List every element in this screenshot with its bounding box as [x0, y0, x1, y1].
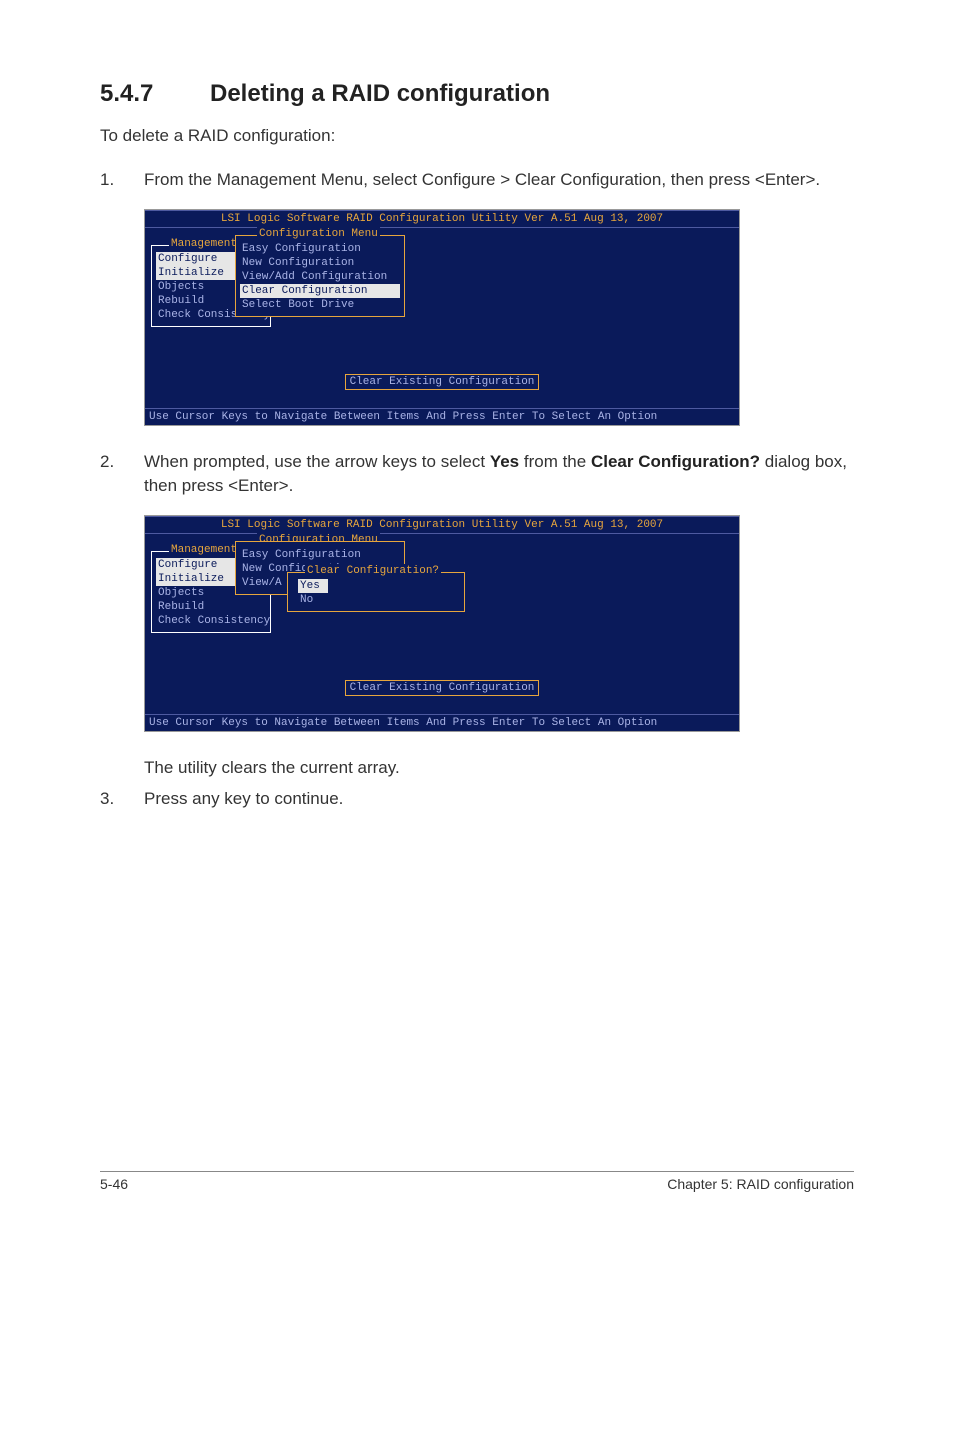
section-heading: 5.4.7Deleting a RAID configuration: [100, 80, 854, 108]
bios-title-bar: LSI Logic Software RAID Configuration Ut…: [145, 210, 739, 228]
step-text: Press any key to continue.: [144, 787, 854, 812]
intro-text: To delete a RAID configuration:: [100, 126, 854, 146]
dialog-box: Yes No: [287, 572, 465, 612]
cfg-item-clear[interactable]: Clear Configuration: [240, 284, 400, 298]
cfg-item-view[interactable]: View/Add Configuration: [240, 270, 400, 284]
bios-screenshot-2: LSI Logic Software RAID Configuration Ut…: [144, 515, 740, 732]
cfg-item-new[interactable]: New Configuration: [240, 256, 400, 270]
bios-title-bar: LSI Logic Software RAID Configuration Ut…: [145, 516, 739, 534]
dialog-title: Clear Configuration?: [305, 564, 441, 578]
step-2-continued: The utility clears the current array.: [100, 756, 854, 781]
cfg-item-view[interactable]: View/A: [240, 576, 288, 590]
step-3: 3. Press any key to continue.: [100, 787, 854, 812]
cfg-item-easy[interactable]: Easy Configuration: [240, 548, 400, 562]
step-number: 2.: [100, 450, 144, 499]
bios-footer: Use Cursor Keys to Navigate Between Item…: [145, 408, 739, 425]
cfg-menu: Easy Configuration New Configuration Vie…: [235, 235, 405, 317]
dialog-option-yes[interactable]: Yes: [298, 579, 328, 593]
section-title: Deleting a RAID configuration: [210, 80, 550, 107]
footer-chapter: Chapter 5: RAID configuration: [667, 1176, 854, 1192]
cfg-menu-label: Configuration Menu: [257, 227, 380, 241]
step-number: 1.: [100, 168, 144, 193]
dialog-option-no[interactable]: No: [298, 593, 328, 607]
bios-footer: Use Cursor Keys to Navigate Between Item…: [145, 714, 739, 731]
step-text: When prompted, use the arrow keys to sel…: [144, 450, 854, 499]
page-footer: 5-46 Chapter 5: RAID configuration: [100, 1171, 854, 1192]
step-text: The utility clears the current array.: [144, 756, 854, 781]
section-number: 5.4.7: [100, 80, 210, 108]
step-text: From the Management Menu, select Configu…: [144, 168, 854, 193]
cfg-item-easy[interactable]: Easy Configuration: [240, 242, 400, 256]
cfg-item-boot[interactable]: Select Boot Drive: [240, 298, 400, 312]
bios-prompt: Clear Existing Configuration: [345, 680, 540, 696]
step-2: 2. When prompted, use the arrow keys to …: [100, 450, 854, 499]
mgmt-menu-label: Management: [169, 237, 239, 251]
footer-page-number: 5-46: [100, 1176, 128, 1192]
step-1: 1. From the Management Menu, select Conf…: [100, 168, 854, 193]
bios-screenshot-1: LSI Logic Software RAID Configuration Ut…: [144, 209, 740, 426]
mgmt-item-check[interactable]: Check Consistency: [156, 614, 266, 628]
bios-prompt: Clear Existing Configuration: [345, 374, 540, 390]
mgmt-menu-label: Management: [169, 543, 239, 557]
step-number: 3.: [100, 787, 144, 812]
mgmt-item-rebuild[interactable]: Rebuild: [156, 600, 266, 614]
